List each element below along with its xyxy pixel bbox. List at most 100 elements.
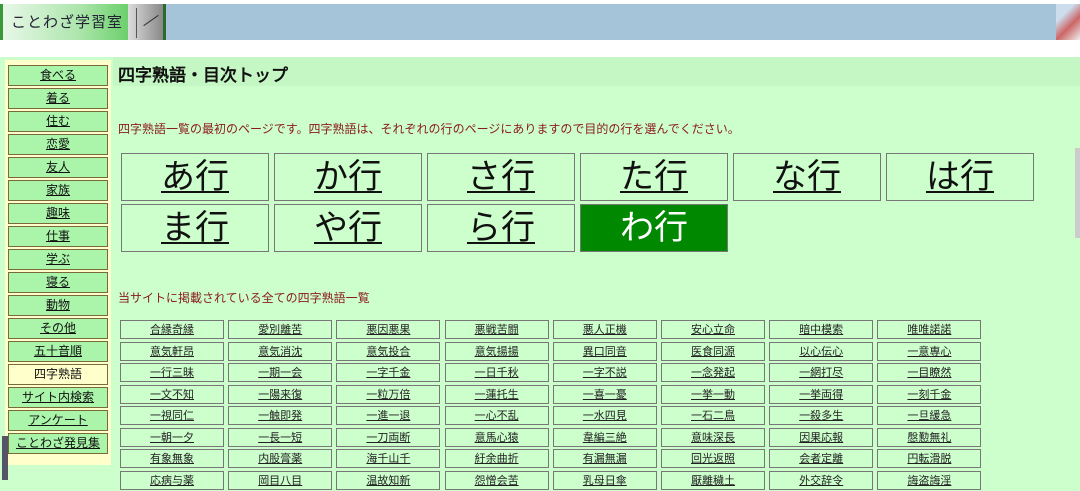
word-link[interactable]: 一蓮托生: [444, 384, 549, 404]
word-link[interactable]: 誨盗誨淫: [877, 470, 982, 490]
kana-row-link[interactable]: あ行: [121, 153, 269, 201]
sidebar-item: 四字熟語: [8, 364, 108, 385]
sidebar-item[interactable]: 趣味: [8, 203, 108, 224]
word-link[interactable]: 厭離穢土: [661, 470, 765, 490]
word-link[interactable]: 一視同仁: [120, 406, 224, 425]
word-link[interactable]: 一念発起: [661, 363, 765, 382]
word-link[interactable]: 一進一退: [336, 406, 441, 425]
word-link[interactable]: 悪人正機: [552, 320, 657, 339]
sidebar-item[interactable]: 五十音順: [8, 341, 108, 362]
word-link[interactable]: 回光返照: [661, 449, 765, 468]
kana-row-link[interactable]: た行: [580, 153, 728, 201]
kana-row-link[interactable]: な行: [733, 153, 881, 201]
word-link[interactable]: 一行三昧: [120, 363, 224, 382]
word-link[interactable]: 意味深長: [661, 427, 765, 447]
word-link[interactable]: 有漏無漏: [552, 449, 657, 468]
sidebar-item[interactable]: 仕事: [8, 226, 108, 247]
word-link[interactable]: 一字千金: [336, 363, 441, 382]
sidebar-item[interactable]: アンケート: [8, 410, 108, 431]
word-link[interactable]: 紆余曲折: [444, 449, 549, 468]
kana-row-link[interactable]: か行: [274, 153, 422, 201]
sidebar-item[interactable]: その他: [8, 318, 108, 339]
word-link[interactable]: 乳母日傘: [552, 470, 657, 490]
word-link[interactable]: 一心不乱: [444, 406, 549, 425]
word-link[interactable]: 岡目八目: [228, 470, 333, 490]
sidebar-item[interactable]: 動物: [8, 295, 108, 316]
list-heading: 当サイトに掲載されている全ての四字熟語一覧: [118, 291, 370, 305]
word-link[interactable]: 因果応報: [769, 427, 874, 447]
sidebar-item[interactable]: 学ぶ: [8, 249, 108, 270]
word-link[interactable]: 一触即発: [228, 406, 333, 425]
sidebar-item[interactable]: 住む: [8, 111, 108, 132]
word-link[interactable]: 応病与薬: [120, 470, 224, 490]
sidebar-item[interactable]: 着る: [8, 88, 108, 109]
sidebar-item[interactable]: 恋愛: [8, 134, 108, 155]
kana-row-link[interactable]: わ行: [580, 204, 728, 252]
word-link[interactable]: 怨憎会苦: [444, 470, 549, 490]
word-link[interactable]: 内股膏薬: [228, 449, 333, 468]
sidebar-item[interactable]: 家族: [8, 180, 108, 201]
word-link[interactable]: 円転滑脱: [877, 449, 982, 468]
site-logo[interactable]: ことわざ学習室: [0, 4, 128, 40]
word-link[interactable]: 一陽来復: [228, 384, 333, 404]
word-link[interactable]: 安心立命: [661, 320, 765, 339]
word-link[interactable]: 愛別離苦: [228, 320, 333, 339]
word-link[interactable]: 温故知新: [336, 470, 441, 490]
word-link[interactable]: 一朝一夕: [120, 427, 224, 447]
kana-row-link[interactable]: ら行: [427, 204, 575, 252]
word-link[interactable]: 海千山千: [336, 449, 441, 468]
word-link[interactable]: 一目瞭然: [877, 363, 982, 382]
word-link[interactable]: 意馬心猿: [444, 427, 549, 447]
kana-row-link[interactable]: や行: [274, 204, 422, 252]
word-link[interactable]: 悪因悪果: [336, 320, 441, 339]
kana-row-link[interactable]: ま行: [121, 204, 269, 252]
kana-row-link[interactable]: さ行: [427, 153, 575, 201]
word-link[interactable]: 一粒万倍: [336, 384, 441, 404]
word-link[interactable]: 悪戦苦闘: [444, 320, 549, 339]
word-link[interactable]: 医食同源: [661, 341, 765, 361]
sidebar-item[interactable]: 食べる: [8, 65, 108, 86]
word-link[interactable]: 一字不説: [552, 363, 657, 382]
sidebar-item[interactable]: ことわざ発見集: [8, 433, 108, 454]
word-link[interactable]: 会者定離: [769, 449, 874, 468]
word-link[interactable]: 一刀両断: [336, 427, 441, 447]
word-link[interactable]: 有象無象: [120, 449, 224, 468]
word-link[interactable]: 意気消沈: [228, 341, 333, 361]
word-link[interactable]: 一殺多生: [769, 406, 874, 425]
sidebar-item[interactable]: 友人: [8, 157, 108, 178]
word-link[interactable]: 一期一会: [228, 363, 333, 382]
word-link[interactable]: 韋編三絶: [552, 427, 657, 447]
word-link[interactable]: 外交辞令: [769, 470, 874, 490]
logo-text: ことわざ学習室: [11, 13, 124, 31]
word-link[interactable]: 異口同音: [552, 341, 657, 361]
kana-row-link[interactable]: は行: [886, 153, 1034, 201]
word-link[interactable]: 意気揚揚: [444, 341, 549, 361]
word-link[interactable]: 一石二鳥: [661, 406, 765, 425]
site-banner: ことわざ学習室: [0, 4, 1080, 40]
word-link[interactable]: 一喜一憂: [552, 384, 657, 404]
intro-text: 四字熟語一覧の最初のページです。四字熟語は、それぞれの行のページにありますので目…: [118, 122, 740, 136]
word-link[interactable]: 一網打尽: [769, 363, 874, 382]
decorative-image: [1056, 4, 1080, 40]
word-link[interactable]: 一挙両得: [769, 384, 874, 404]
scrollbar[interactable]: [1075, 148, 1080, 238]
word-link[interactable]: 一旦緩急: [877, 406, 982, 425]
word-link[interactable]: 一文不知: [120, 384, 224, 404]
page-title: 四字熟語・目次トップ: [118, 66, 288, 86]
word-link[interactable]: 慇懃無礼: [877, 427, 982, 447]
word-link[interactable]: 暗中模索: [769, 320, 874, 339]
word-link[interactable]: 意気投合: [336, 341, 441, 361]
word-link[interactable]: 一挙一動: [661, 384, 765, 404]
word-link[interactable]: 一意専心: [877, 341, 982, 361]
word-link[interactable]: 一水四見: [552, 406, 657, 425]
word-link[interactable]: 以心伝心: [769, 341, 874, 361]
bamboo-logo-icon: [128, 4, 166, 40]
word-link[interactable]: 一長一短: [228, 427, 333, 447]
word-link[interactable]: 唯唯諾諾: [877, 320, 982, 339]
sidebar-item[interactable]: 寝る: [8, 272, 108, 293]
sidebar-item[interactable]: サイト内検索: [8, 387, 108, 408]
word-link[interactable]: 一刻千金: [877, 384, 982, 404]
word-link[interactable]: 合縁奇縁: [120, 320, 224, 339]
word-link[interactable]: 一日千秋: [444, 363, 549, 382]
word-link[interactable]: 意気軒昂: [120, 341, 224, 361]
